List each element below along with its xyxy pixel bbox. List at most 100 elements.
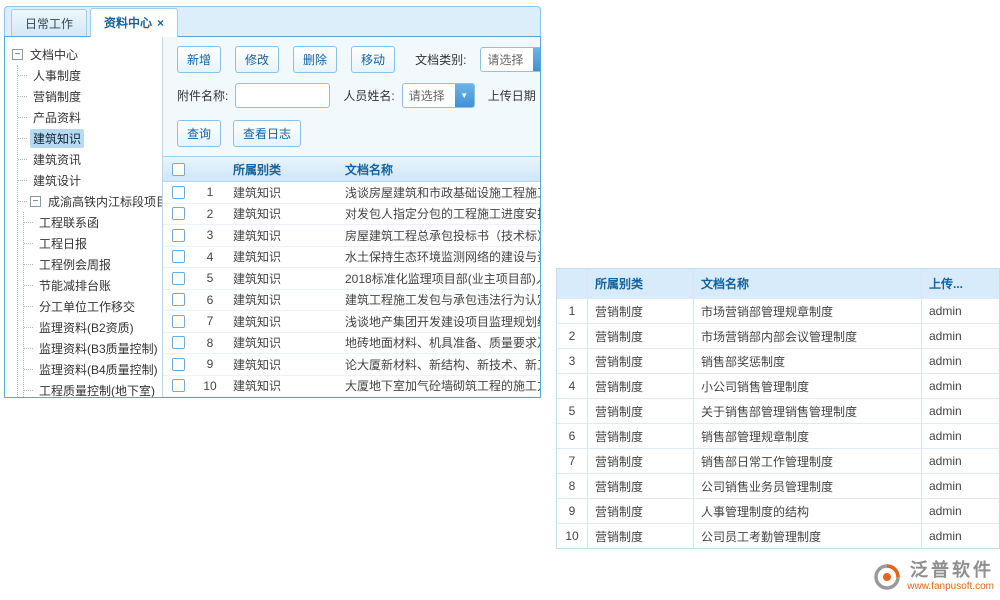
move-button[interactable]: 移动 [351, 46, 395, 73]
tree-node-label: 工程例会周报 [36, 255, 114, 274]
column-header-uploader[interactable]: 上传... [921, 269, 999, 298]
row-checkbox[interactable] [172, 293, 185, 306]
row-category: 营销制度 [587, 349, 693, 373]
tree-node-category[interactable]: 人事制度 [18, 65, 162, 86]
row-checkbox[interactable] [172, 207, 185, 220]
tree-node-label: 监理资料(B2资质) [36, 318, 137, 337]
tree-node-category[interactable]: 建筑知识 [18, 128, 162, 149]
row-checkbox[interactable] [172, 250, 185, 263]
row-docname: 浅谈地产集团开发建设项目监理规划编... [339, 313, 540, 330]
documents-window: 日常工作 资料中心 × − 文档中心 人事制度 营销制度 [4, 6, 541, 398]
tree-node-project-item[interactable]: 分工单位工作移交 [24, 296, 162, 317]
table-row[interactable]: 7 营销制度 销售部日常工作管理制度 admin [557, 448, 999, 473]
collapse-icon[interactable]: − [12, 49, 23, 60]
person-select[interactable]: 请选择 ▼ [402, 83, 475, 108]
table-row[interactable]: 1 营销制度 市场营销部管理规章制度 admin [557, 298, 999, 323]
delete-button[interactable]: 删除 [293, 46, 337, 73]
table-row[interactable]: 5 建筑知识 2018标准化监理项目部(业主项目部)人员... [163, 268, 540, 290]
table-row[interactable]: 8 营销制度 公司销售业务员管理制度 admin [557, 473, 999, 498]
row-checkbox[interactable] [172, 358, 185, 371]
row-category: 建筑知识 [227, 291, 339, 308]
row-checkbox[interactable] [172, 272, 185, 285]
row-category: 建筑知识 [227, 227, 339, 244]
select-all-checkbox[interactable] [172, 163, 185, 176]
row-uploader: admin [921, 524, 999, 548]
table-row[interactable]: 6 建筑知识 建筑工程施工发包与承包违法行为认定... [163, 290, 540, 312]
row-number: 8 [557, 474, 587, 498]
tree-node-document-center[interactable]: − 文档中心 [12, 44, 162, 65]
table-row[interactable]: 1 建筑知识 浅谈房屋建筑和市政基础设施工程施工... [163, 182, 540, 204]
tab-daily-work[interactable]: 日常工作 [11, 9, 87, 36]
table-row[interactable]: 10 建筑知识 大厦地下室加气砼墙砌筑工程的施工方... [163, 376, 540, 398]
row-docname: 2018标准化监理项目部(业主项目部)人员... [339, 270, 540, 287]
tree-node-label: 工程日报 [36, 234, 90, 253]
row-category: 营销制度 [587, 299, 693, 323]
table-row[interactable]: 7 建筑知识 浅谈地产集团开发建设项目监理规划编... [163, 311, 540, 333]
tree-node-project-item[interactable]: 监理资料(B3质量控制) [24, 338, 162, 359]
row-category: 营销制度 [587, 324, 693, 348]
tree-node-project-item[interactable]: 监理资料(B2资质) [24, 317, 162, 338]
table-row[interactable]: 2 营销制度 市场营销部内部会议管理制度 admin [557, 323, 999, 348]
table-row[interactable]: 9 营销制度 人事管理制度的结构 admin [557, 498, 999, 523]
column-header-docname[interactable]: 文档名称 [339, 161, 540, 178]
tree-node-project-item[interactable]: 工程质量控制(地下室) [24, 380, 162, 397]
row-number: 6 [557, 424, 587, 448]
tree-node-category[interactable]: 产品资料 [18, 107, 162, 128]
row-number: 1 [557, 299, 587, 323]
row-checkbox[interactable] [172, 379, 185, 392]
row-number: 1 [193, 185, 227, 199]
table-row[interactable]: 9 建筑知识 论大厦新材料、新结构、新技术、新工... [163, 354, 540, 376]
table-row[interactable]: 2 建筑知识 对发包人指定分包的工程施工进度安排... [163, 204, 540, 226]
edit-button[interactable]: 修改 [235, 46, 279, 73]
add-button[interactable]: 新增 [177, 46, 221, 73]
tree-node-project-item[interactable]: 监理资料(B4质量控制) [24, 359, 162, 380]
column-header-category[interactable]: 所属别类 [587, 269, 693, 298]
row-category: 营销制度 [587, 499, 693, 523]
tree-node-project-item[interactable]: 工程例会周报 [24, 254, 162, 275]
tab-label: 资料中心 [104, 14, 152, 31]
table-row[interactable]: 4 营销制度 小公司销售管理制度 admin [557, 373, 999, 398]
column-header-docname[interactable]: 文档名称 [693, 269, 921, 298]
table-row[interactable]: 4 建筑知识 水土保持生态环境监测网络的建设与资... [163, 247, 540, 269]
tree-node-project-item[interactable]: 节能减排台账 [24, 275, 162, 296]
row-category: 建筑知识 [227, 248, 339, 265]
tree-node-project-item[interactable]: 工程联系函 [24, 212, 162, 233]
table-row[interactable]: 6 营销制度 销售部管理规章制度 admin [557, 423, 999, 448]
table-row[interactable]: 3 建筑知识 房屋建筑工程总承包投标书（技术标）... [163, 225, 540, 247]
column-header-category[interactable]: 所属别类 [227, 161, 339, 178]
row-number: 9 [193, 357, 227, 371]
attachment-name-input[interactable] [235, 83, 330, 108]
row-uploader: admin [921, 324, 999, 348]
fanpu-logo-url[interactable]: www.fanpusoft.com [907, 581, 994, 592]
view-log-button[interactable]: 查看日志 [233, 120, 301, 147]
query-button[interactable]: 查询 [177, 120, 221, 147]
row-checkbox[interactable] [172, 229, 185, 242]
row-checkbox[interactable] [172, 186, 185, 199]
upload-date-label: 上传日期 [488, 87, 536, 104]
tab-data-center[interactable]: 资料中心 × [90, 8, 178, 37]
tab-close-icon[interactable]: × [157, 17, 164, 29]
row-docname: 房屋建筑工程总承包投标书（技术标）... [339, 227, 540, 244]
row-category: 建筑知识 [227, 377, 339, 394]
row-docname: 地砖地面材料、机具准备、质量要求及... [339, 334, 540, 351]
tree-node-project-item[interactable]: 工程日报 [24, 233, 162, 254]
table-row[interactable]: 8 建筑知识 地砖地面材料、机具准备、质量要求及... [163, 333, 540, 355]
table-row[interactable]: 5 营销制度 关于销售部管理销售管理制度 admin [557, 398, 999, 423]
table-row[interactable]: 10 营销制度 公司员工考勤管理制度 admin [557, 523, 999, 548]
tab-label: 日常工作 [25, 15, 73, 32]
row-docname: 建筑工程施工发包与承包违法行为认定... [339, 291, 540, 308]
row-uploader: admin [921, 449, 999, 473]
tree-node-project[interactable]: − 成渝高铁内江标段项目 [18, 191, 162, 212]
table-row[interactable]: 3 营销制度 销售部奖惩制度 admin [557, 348, 999, 373]
doc-type-select[interactable]: 请选择 ▼ [480, 47, 540, 72]
row-checkbox[interactable] [172, 336, 185, 349]
row-category: 营销制度 [587, 474, 693, 498]
tree-node-category[interactable]: 营销制度 [18, 86, 162, 107]
row-checkbox[interactable] [172, 315, 185, 328]
row-number: 5 [193, 271, 227, 285]
toolbar-filters-row: 附件名称: 人员姓名: 请选择 ▼ 上传日期 [163, 73, 540, 108]
collapse-icon[interactable]: − [30, 196, 41, 207]
tree-node-category[interactable]: 建筑资讯 [18, 149, 162, 170]
tree-node-category[interactable]: 建筑设计 [18, 170, 162, 191]
row-uploader: admin [921, 424, 999, 448]
